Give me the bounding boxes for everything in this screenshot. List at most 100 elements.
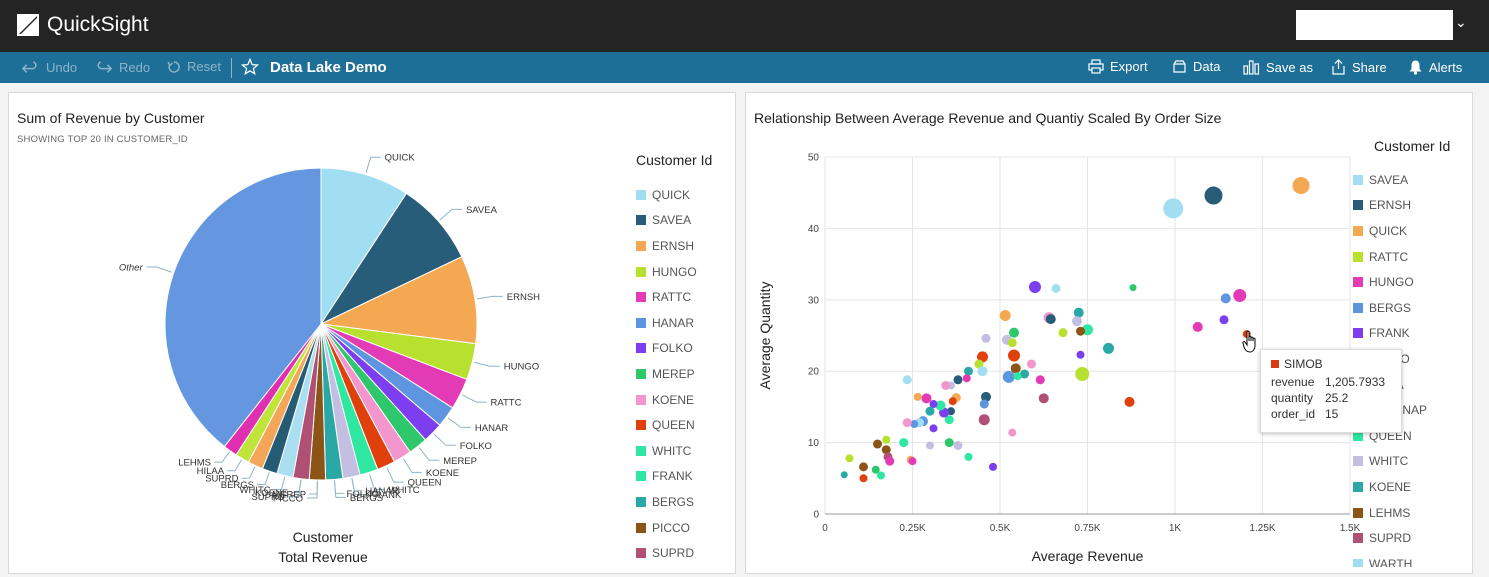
- legend-item[interactable]: KOENE: [1353, 474, 1427, 500]
- scatter-point[interactable]: [1076, 350, 1085, 359]
- scatter-point[interactable]: [1129, 284, 1137, 292]
- favorite-button[interactable]: [241, 58, 259, 76]
- redo-button[interactable]: Redo: [95, 59, 150, 75]
- legend-item[interactable]: FRANK: [636, 464, 697, 490]
- scatter-point[interactable]: [1008, 349, 1020, 362]
- scatter-point[interactable]: [1029, 280, 1041, 293]
- brand[interactable]: QuickSight: [16, 13, 149, 37]
- scatter-point[interactable]: [1192, 321, 1203, 332]
- scatter-point[interactable]: [873, 439, 882, 449]
- scatter-point[interactable]: [1163, 198, 1184, 219]
- scatter-point[interactable]: [941, 380, 951, 390]
- scatter-point[interactable]: [859, 474, 868, 483]
- scatter-point[interactable]: [981, 333, 991, 343]
- scatter-point[interactable]: [908, 457, 917, 466]
- legend-item[interactable]: QUICK: [1353, 218, 1427, 244]
- scatter-point[interactable]: [899, 438, 909, 448]
- chevron-down-icon[interactable]: ⌄: [1455, 14, 1467, 31]
- pie-visual[interactable]: Sum of Revenue by Customer SHOWING TOP 2…: [8, 92, 736, 574]
- scatter-point[interactable]: [962, 374, 971, 383]
- scatter-point[interactable]: [953, 440, 963, 450]
- legend-item[interactable]: HANAR: [636, 310, 697, 336]
- scatter-point[interactable]: [1219, 315, 1229, 325]
- legend-item[interactable]: SAVEA: [636, 208, 697, 234]
- legend-item[interactable]: RATTC: [636, 284, 697, 310]
- scatter-point[interactable]: [921, 393, 932, 404]
- scatter-chart[interactable]: 0 0.25K 0.5K 0.75K 1K 1.25K 1.5K01020304050Ave…: [746, 93, 1366, 573]
- legend-item[interactable]: FOLKO: [636, 336, 697, 362]
- scatter-point[interactable]: [902, 418, 912, 428]
- legend-item[interactable]: QUEEN: [636, 412, 697, 438]
- scatter-point[interactable]: [1009, 327, 1019, 338]
- legend-item[interactable]: FRANK: [1353, 321, 1427, 347]
- legend-item[interactable]: WARTH: [1353, 551, 1427, 567]
- scatter-point[interactable]: [1013, 372, 1022, 381]
- legend-item[interactable]: BERGS: [1353, 295, 1427, 321]
- scatter-point[interactable]: [999, 310, 1011, 322]
- scatter-point[interactable]: [1058, 328, 1068, 338]
- scatter-point[interactable]: [944, 438, 954, 448]
- legend-item[interactable]: LEHMS: [1353, 500, 1427, 526]
- scatter-point[interactable]: [979, 399, 989, 409]
- legend-item[interactable]: QUICK: [636, 182, 697, 208]
- undo-button[interactable]: Undo: [22, 59, 77, 75]
- scatter-point[interactable]: [1007, 338, 1017, 348]
- reset-button[interactable]: Reset: [167, 59, 221, 74]
- legend-item[interactable]: WHITC: [636, 438, 697, 464]
- scatter-point[interactable]: [882, 435, 891, 444]
- scatter-point[interactable]: [978, 414, 990, 426]
- scatter-point[interactable]: [840, 471, 848, 479]
- scatter-point[interactable]: [929, 424, 938, 433]
- legend-item[interactable]: KOENE: [636, 387, 697, 413]
- scatter-point[interactable]: [977, 366, 988, 377]
- legend-item[interactable]: RATTC: [1353, 244, 1427, 270]
- scatter-point[interactable]: [1124, 396, 1135, 407]
- legend-item[interactable]: WHITC: [1353, 449, 1427, 475]
- legend-item[interactable]: SAVEA: [1353, 167, 1427, 193]
- alerts-button[interactable]: Alerts: [1408, 59, 1462, 75]
- share-button[interactable]: Share: [1331, 59, 1387, 75]
- scatter-point[interactable]: [885, 456, 895, 466]
- scatter-point[interactable]: [948, 397, 957, 406]
- scatter-point[interactable]: [1220, 293, 1231, 304]
- account-selector[interactable]: [1296, 10, 1453, 40]
- export-button[interactable]: Export: [1088, 59, 1148, 74]
- scatter-point[interactable]: [877, 471, 885, 480]
- legend-item[interactable]: SUPRD: [636, 540, 697, 566]
- data-button[interactable]: Data: [1172, 59, 1220, 74]
- scatter-point[interactable]: [1103, 342, 1114, 354]
- scatter-point[interactable]: [1045, 314, 1056, 325]
- legend-item[interactable]: PICCO: [636, 515, 697, 541]
- legend-item[interactable]: HUNGO: [636, 259, 697, 285]
- scatter-point[interactable]: [1010, 363, 1021, 374]
- pie-chart[interactable]: QUICK SAVEA ERNSH HUNGO RATTC HANAR FOLKO MEREP…: [9, 143, 629, 563]
- scatter-point[interactable]: [925, 406, 935, 416]
- scatter-point[interactable]: [964, 452, 973, 461]
- scatter-point[interactable]: [1072, 316, 1082, 327]
- scatter-point[interactable]: [953, 375, 963, 385]
- scatter-point[interactable]: [1204, 186, 1223, 205]
- scatter-point[interactable]: [964, 366, 973, 376]
- scatter-point[interactable]: [926, 441, 934, 450]
- scatter-point[interactable]: [1051, 283, 1061, 293]
- scatter-point[interactable]: [1008, 428, 1017, 437]
- scatter-visual[interactable]: Relationship Between Average Revenue and…: [745, 92, 1473, 574]
- save-as-button[interactable]: Save as: [1243, 59, 1313, 75]
- legend-item[interactable]: BERGS: [636, 489, 697, 515]
- scatter-point[interactable]: [989, 462, 997, 471]
- scatter-point[interactable]: [1076, 326, 1085, 336]
- scatter-point[interactable]: [1073, 307, 1084, 318]
- legend-item[interactable]: ERNSH: [636, 233, 697, 259]
- scatter-point[interactable]: [1002, 370, 1015, 383]
- scatter-point[interactable]: [1038, 393, 1049, 404]
- scatter-point[interactable]: [859, 462, 868, 472]
- legend-item[interactable]: HUNGO: [1353, 269, 1427, 295]
- scatter-point[interactable]: [902, 375, 912, 385]
- scatter-point[interactable]: [845, 454, 854, 463]
- scatter-point[interactable]: [1292, 177, 1310, 195]
- legend-item[interactable]: SUPRD: [1353, 525, 1427, 551]
- scatter-point[interactable]: [1027, 359, 1036, 369]
- scatter-point[interactable]: [1035, 375, 1045, 385]
- scatter-point[interactable]: [1075, 367, 1090, 382]
- scatter-point[interactable]: [913, 392, 922, 401]
